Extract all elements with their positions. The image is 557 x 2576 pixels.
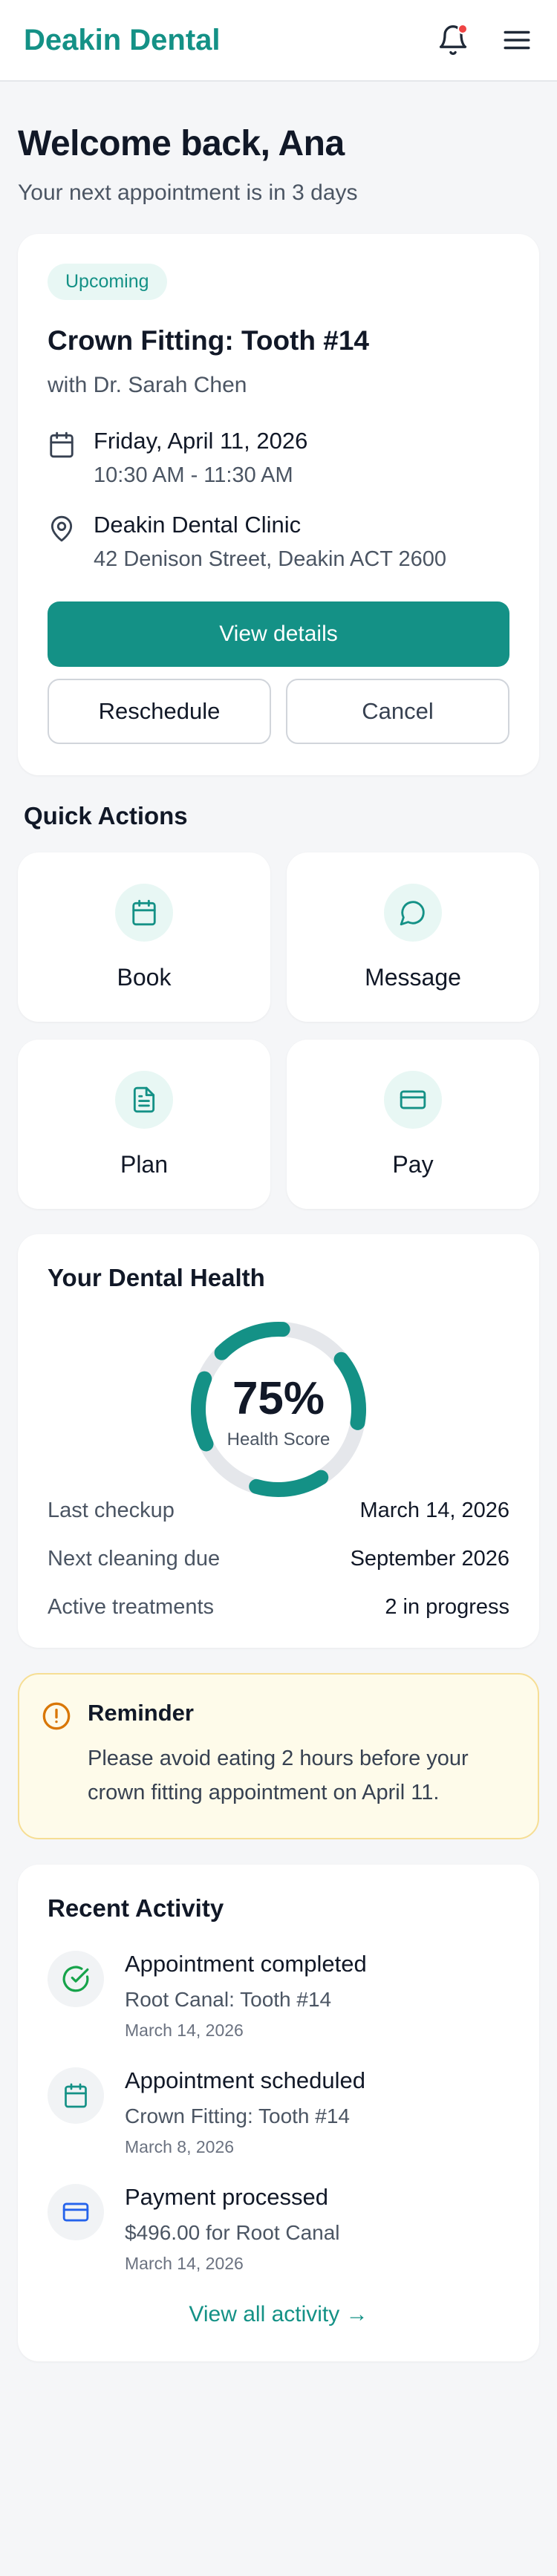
view-all-activity-link[interactable]: View all activity → xyxy=(48,2302,509,2327)
welcome-title: Welcome back, Ana xyxy=(18,124,345,163)
reminder-body: Please avoid eating 2 hours before your … xyxy=(88,1747,469,1804)
activity-title: Appointment completed xyxy=(125,1951,367,1977)
dashboard: Welcome back, Ana Your next appointment … xyxy=(0,123,557,2361)
activity-date: March 8, 2026 xyxy=(125,2137,235,2156)
appointment-location: Deakin Dental Clinic 42 Denison Street, … xyxy=(48,512,509,572)
clinic-address: 42 Denison Street, Deakin ACT 2600 xyxy=(94,547,447,571)
quick-action-message[interactable]: Message xyxy=(287,852,539,1022)
stat-label: Last checkup xyxy=(48,1499,175,1522)
activity-icon-wrap xyxy=(48,2067,104,2124)
stat-active-treatments: Active treatments 2 in progress xyxy=(48,1595,509,1620)
calendar-icon xyxy=(132,899,156,926)
quick-action-label: Plan xyxy=(120,1151,169,1178)
credit-card-icon xyxy=(62,2202,89,2222)
activity-date: March 14, 2026 xyxy=(125,2021,244,2040)
stat-value: September 2026 xyxy=(350,1547,509,1571)
location-pin-icon xyxy=(51,515,73,542)
stat-label: Next cleaning due xyxy=(48,1547,221,1571)
credit-card-icon xyxy=(400,1090,426,1109)
activity-item[interactable]: Appointment scheduled Crown Fitting: Too… xyxy=(48,2067,509,2157)
plan-icon-wrap xyxy=(115,1071,173,1129)
stat-last-checkup: Last checkup March 14, 2026 xyxy=(48,1499,509,1523)
quick-action-book[interactable]: Book xyxy=(18,852,270,1022)
health-score-label: Health Score xyxy=(227,1429,330,1450)
quick-action-plan[interactable]: Plan xyxy=(18,1040,270,1209)
stat-value: March 14, 2026 xyxy=(359,1499,509,1522)
stat-next-cleaning: Next cleaning due September 2026 xyxy=(48,1547,509,1571)
quick-actions-grid: Book Message Plan Pay xyxy=(18,852,539,1209)
activity-icon-wrap xyxy=(48,1951,104,2007)
health-score-gauge: 75% Health Score xyxy=(189,1320,368,1499)
calendar-icon xyxy=(65,2083,87,2108)
document-icon xyxy=(133,1086,155,1113)
dental-health-title: Your Dental Health xyxy=(48,1264,265,1291)
appointment-title: Crown Fitting: Tooth #14 xyxy=(48,325,369,356)
top-app-bar: Deakin Dental xyxy=(0,0,557,82)
activity-title: Payment processed xyxy=(125,2184,328,2210)
activity-title: Appointment scheduled xyxy=(125,2067,366,2093)
stat-label: Active treatments xyxy=(48,1595,215,1619)
menu-icon xyxy=(504,30,530,50)
appointment-time: 10:30 AM - 11:30 AM xyxy=(94,463,293,487)
stat-value: 2 in progress xyxy=(385,1595,509,1619)
appointment-actions: Reschedule Cancel xyxy=(48,679,509,744)
check-circle-icon xyxy=(62,1966,89,1992)
appointment-datetime: Friday, April 11, 2026 10:30 AM - 11:30 … xyxy=(48,428,509,488)
activity-date: March 14, 2026 xyxy=(125,2254,244,2273)
health-score-value: 75% xyxy=(232,1372,325,1424)
menu-button[interactable] xyxy=(501,24,533,56)
view-details-button[interactable]: View details xyxy=(48,601,509,667)
brand-logo[interactable]: Deakin Dental xyxy=(24,24,221,57)
activity-item[interactable]: Appointment completed Root Canal: Tooth … xyxy=(48,1951,509,2041)
reminder-title: Reminder xyxy=(88,1700,194,1726)
recent-activity-card: Recent Activity Appointment completed Ro… xyxy=(18,1865,539,2361)
alert-circle-icon xyxy=(42,1702,71,1730)
header-actions xyxy=(437,24,533,56)
quick-actions-title: Quick Actions xyxy=(24,802,188,829)
activity-item[interactable]: Payment processed $496.00 for Root Canal… xyxy=(48,2184,509,2274)
message-icon-wrap xyxy=(384,884,442,942)
notifications-button[interactable] xyxy=(437,24,469,56)
welcome-subtitle: Your next appointment is in 3 days xyxy=(18,180,358,205)
quick-action-pay[interactable]: Pay xyxy=(287,1040,539,1209)
appointment-doctor: with Dr. Sarah Chen xyxy=(48,373,247,397)
calendar-icon xyxy=(50,431,74,458)
activity-subtitle: Root Canal: Tooth #14 xyxy=(125,1988,332,2011)
quick-action-label: Message xyxy=(365,964,461,991)
activity-subtitle: $496.00 for Root Canal xyxy=(125,2221,340,2244)
cancel-button[interactable]: Cancel xyxy=(286,679,509,744)
reschedule-button[interactable]: Reschedule xyxy=(48,679,271,744)
gauge-text: 75% Health Score xyxy=(189,1320,368,1499)
notification-dot xyxy=(457,24,468,34)
activity-icon-wrap xyxy=(48,2184,104,2240)
appointment-date: Friday, April 11, 2026 xyxy=(94,428,308,454)
dental-health-card: Your Dental Health 75% Health Score Last… xyxy=(18,1234,539,1648)
upcoming-appointment-card: Upcoming Crown Fitting: Tooth #14 with D… xyxy=(18,234,539,775)
quick-action-label: Pay xyxy=(392,1151,434,1178)
clinic-name: Deakin Dental Clinic xyxy=(94,512,302,538)
quick-action-label: Book xyxy=(117,964,172,991)
pay-icon-wrap xyxy=(384,1071,442,1129)
book-icon-wrap xyxy=(115,884,173,942)
reminder-banner: Reminder Please avoid eating 2 hours bef… xyxy=(18,1673,539,1839)
activity-subtitle: Crown Fitting: Tooth #14 xyxy=(125,2104,350,2127)
chat-icon xyxy=(400,901,425,926)
status-badge: Upcoming xyxy=(48,264,167,300)
recent-activity-title: Recent Activity xyxy=(48,1894,224,1922)
